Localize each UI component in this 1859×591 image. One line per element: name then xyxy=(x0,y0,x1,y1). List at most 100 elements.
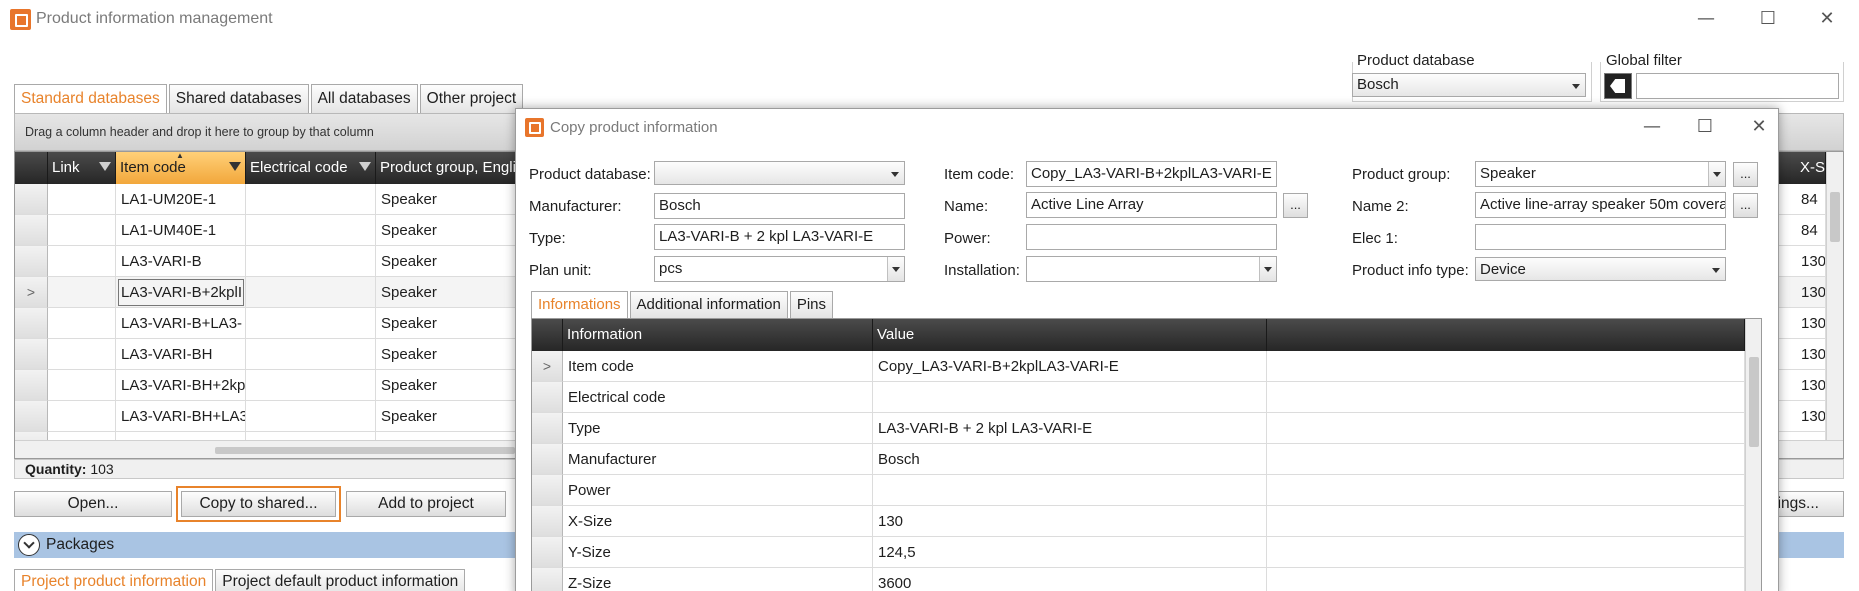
link-cell[interactable] xyxy=(48,339,116,370)
power-input[interactable] xyxy=(1026,224,1277,250)
value-cell[interactable] xyxy=(873,475,1267,506)
item-code-cell[interactable]: LA3-VARI-B xyxy=(116,246,246,277)
row-selector[interactable] xyxy=(15,184,48,215)
row-selector[interactable] xyxy=(532,413,563,444)
link-cell[interactable] xyxy=(48,215,116,246)
list-item[interactable]: Power xyxy=(532,475,1745,506)
row-selector[interactable] xyxy=(15,308,48,339)
chevron-down-icon[interactable] xyxy=(1708,162,1725,186)
name-ellipsis-button[interactable]: ... xyxy=(1283,193,1308,218)
item-code-cell[interactable]: LA3-VARI-BH+2kp xyxy=(116,370,246,401)
information-cell[interactable]: Electrical code xyxy=(563,382,873,413)
link-cell[interactable] xyxy=(48,370,116,401)
information-cell[interactable]: Power xyxy=(563,475,873,506)
row-selector[interactable]: > xyxy=(15,277,48,308)
electrical-code-cell[interactable] xyxy=(246,401,376,432)
column-header-electrical-code[interactable]: Electrical code xyxy=(246,152,376,184)
column-header-item-code[interactable]: Item code ▲ xyxy=(116,152,246,184)
information-cell[interactable]: Z-Size xyxy=(563,568,873,591)
row-selector[interactable] xyxy=(15,370,48,401)
row-selector[interactable] xyxy=(532,537,563,568)
item-code-cell[interactable]: LA3-VARI-BH xyxy=(116,339,246,370)
value-cell[interactable]: 3600 xyxy=(873,568,1267,591)
information-cell[interactable]: Y-Size xyxy=(563,537,873,568)
electrical-code-cell[interactable] xyxy=(246,308,376,339)
list-item[interactable]: Y-Size 124,5 xyxy=(532,537,1745,568)
name-input[interactable]: Active Line Array xyxy=(1026,192,1277,218)
item-code-cell[interactable]: LA3-VARI-B+LA3- xyxy=(116,308,246,339)
item-code-cell[interactable]: LA3-VARI-BH+LA3 xyxy=(116,401,246,432)
clear-filter-button[interactable] xyxy=(1604,73,1632,99)
information-cell[interactable]: Type xyxy=(563,413,873,444)
global-filter-input[interactable] xyxy=(1636,73,1839,99)
elec1-input[interactable] xyxy=(1475,224,1726,250)
tab-all-databases[interactable]: All databases xyxy=(310,84,418,113)
tab-shared-databases[interactable]: Shared databases xyxy=(168,84,309,113)
item-code-cell[interactable]: LA1-UM20E-1 xyxy=(116,184,246,215)
row-selector[interactable] xyxy=(15,215,48,246)
link-cell[interactable] xyxy=(48,277,116,308)
add-to-project-button[interactable]: Add to project xyxy=(346,491,506,517)
link-cell[interactable] xyxy=(48,246,116,277)
tab-project-product-information[interactable]: Project product information xyxy=(14,569,214,591)
scrollbar-thumb[interactable] xyxy=(215,447,515,454)
close-button[interactable]: ✕ xyxy=(1804,4,1850,34)
electrical-code-cell[interactable] xyxy=(246,277,376,308)
x-size-cell[interactable]: 130 xyxy=(1796,277,1826,308)
product-group-select[interactable]: Speaker xyxy=(1475,161,1726,187)
tab-informations[interactable]: Informations xyxy=(531,291,628,318)
chevron-down-icon[interactable] xyxy=(887,257,904,281)
chevron-down-icon[interactable] xyxy=(1259,257,1276,281)
electrical-code-cell[interactable] xyxy=(246,184,376,215)
column-header-x-size[interactable]: X-S xyxy=(1796,152,1826,184)
list-item[interactable]: X-Size 130 xyxy=(532,506,1745,537)
row-selector[interactable] xyxy=(15,401,48,432)
x-size-cell[interactable]: 130 xyxy=(1796,370,1826,401)
open-button[interactable]: Open... xyxy=(14,491,172,517)
row-selector[interactable] xyxy=(15,246,48,277)
copy-to-shared-button[interactable]: Copy to shared... xyxy=(176,486,341,522)
list-item[interactable]: Electrical code xyxy=(532,382,1745,413)
filter-icon[interactable] xyxy=(359,162,371,171)
item-code-cell[interactable]: LA1-UM40E-1 xyxy=(116,215,246,246)
electrical-code-cell[interactable] xyxy=(246,370,376,401)
list-item[interactable]: > Item code Copy_LA3-VARI-B+2kplLA3-VARI-E xyxy=(532,351,1745,382)
maximize-button[interactable]: ☐ xyxy=(1745,4,1791,34)
list-item[interactable]: Z-Size 3600 xyxy=(532,568,1745,591)
filter-icon[interactable] xyxy=(99,162,111,171)
column-header-information[interactable]: Information xyxy=(563,319,873,351)
value-cell[interactable]: LA3-VARI-B + 2 kpl LA3-VARI-E xyxy=(873,413,1267,444)
plan-unit-select[interactable]: pcs xyxy=(654,256,905,282)
row-selector[interactable] xyxy=(532,444,563,475)
tab-pins[interactable]: Pins xyxy=(789,291,833,318)
item-code-input[interactable]: Copy_LA3-VARI-B+2kplLA3-VARI-E xyxy=(1026,161,1277,187)
value-cell[interactable]: 124,5 xyxy=(873,537,1267,568)
column-header-value[interactable]: Value xyxy=(873,319,1267,351)
manufacturer-input[interactable]: Bosch xyxy=(654,193,905,219)
x-size-cell[interactable]: 84 xyxy=(1796,184,1826,215)
link-cell[interactable] xyxy=(48,308,116,339)
value-cell[interactable]: 130 xyxy=(873,506,1267,537)
scrollbar-thumb[interactable] xyxy=(1830,192,1840,242)
x-size-cell[interactable]: 84 xyxy=(1796,215,1826,246)
row-selector[interactable] xyxy=(532,382,563,413)
value-cell[interactable] xyxy=(873,382,1267,413)
x-size-cell[interactable]: 130 xyxy=(1796,308,1826,339)
product-database-field-select[interactable] xyxy=(654,161,905,185)
information-cell[interactable]: Item code xyxy=(563,351,873,382)
information-grid-scrollbar[interactable] xyxy=(1745,319,1761,591)
dialog-minimize-button[interactable]: — xyxy=(1629,112,1675,142)
tab-other-project[interactable]: Other project xyxy=(419,84,524,113)
link-cell[interactable] xyxy=(48,401,116,432)
minimize-button[interactable]: — xyxy=(1683,4,1729,34)
grid-vertical-scrollbar[interactable] xyxy=(1826,152,1843,440)
product-info-type-select[interactable]: Device xyxy=(1475,257,1726,281)
electrical-code-cell[interactable] xyxy=(246,246,376,277)
installation-select[interactable] xyxy=(1026,256,1277,282)
dialog-close-button[interactable]: ✕ xyxy=(1736,112,1778,142)
tab-additional-information[interactable]: Additional information xyxy=(629,291,788,318)
product-database-select[interactable]: Bosch xyxy=(1352,73,1586,97)
value-cell[interactable]: Copy_LA3-VARI-B+2kplLA3-VARI-E xyxy=(873,351,1267,382)
column-header-link[interactable]: Link xyxy=(48,152,116,184)
tab-standard-databases[interactable]: Standard databases xyxy=(14,84,167,113)
